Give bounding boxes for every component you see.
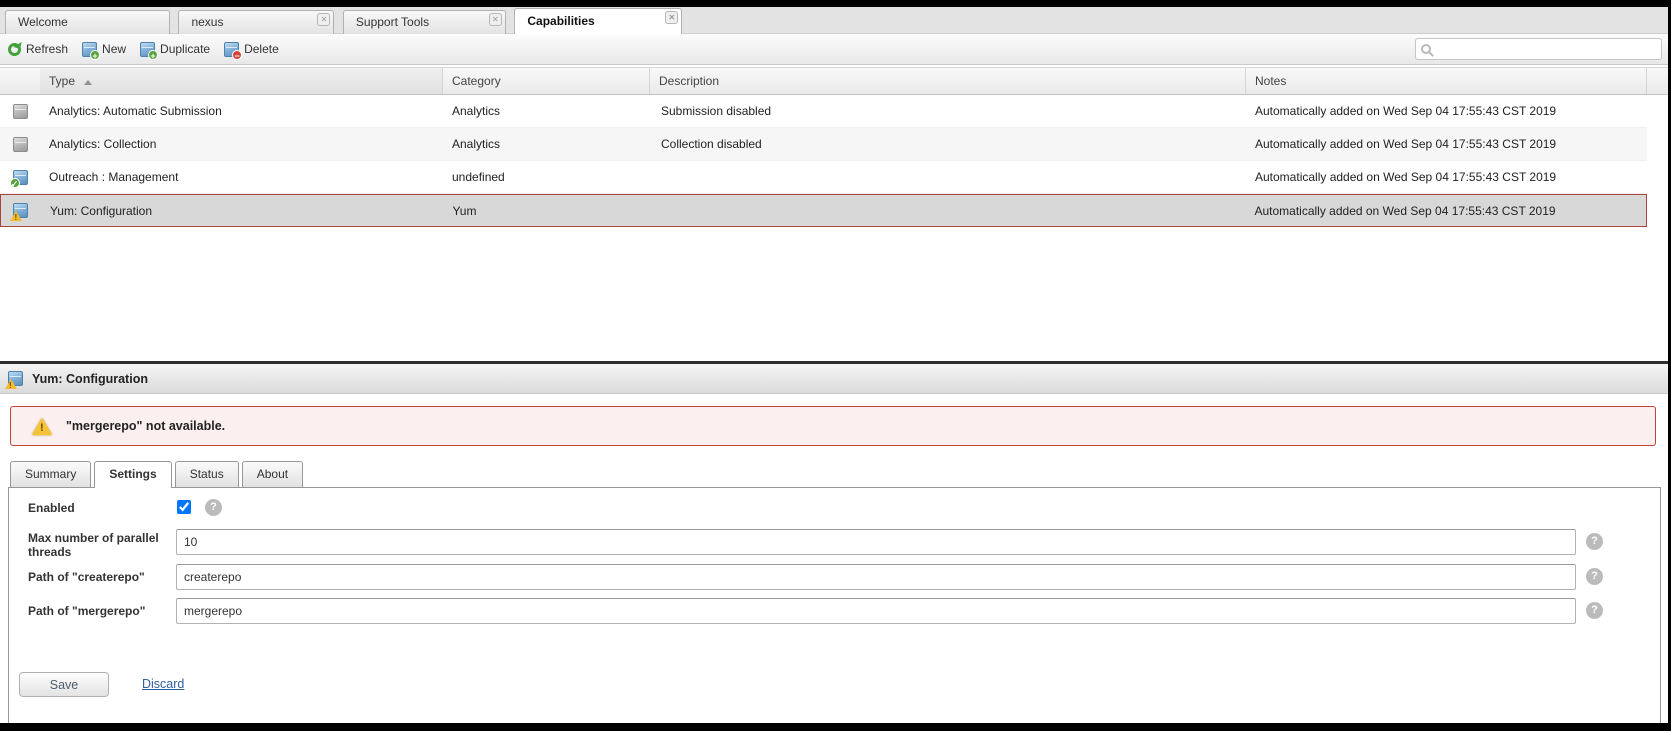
capability-detail-panel: Yum: Configuration "mergerepo" not avail… [0, 361, 1668, 723]
tab-settings[interactable]: Settings [94, 461, 171, 488]
tab-nexus[interactable]: nexus ✕ [178, 10, 334, 34]
cell-type: Yum: Configuration [41, 204, 444, 218]
detail-panel-header: Yum: Configuration [0, 364, 1668, 394]
delete-capability-icon: − [224, 42, 239, 57]
createrepo-input[interactable] [176, 564, 1576, 590]
tab-support-tools-label: Support Tools [356, 15, 429, 29]
new-capability-icon: + [82, 42, 97, 57]
warning-alert: "mergerepo" not available. [10, 406, 1656, 446]
column-header-spacer [1647, 68, 1668, 94]
discard-link[interactable]: Discard [142, 677, 184, 691]
duplicate-button-label: Duplicate [160, 42, 210, 56]
tab-summary[interactable]: Summary [10, 461, 91, 487]
help-icon[interactable]: ? [1586, 602, 1603, 619]
warning-icon [32, 418, 52, 435]
column-header-type[interactable]: Type [40, 68, 443, 94]
search-box[interactable] [1415, 38, 1662, 60]
duplicate-capability-icon: + [140, 42, 155, 57]
column-header-notes-label: Notes [1255, 74, 1286, 88]
enabled-checkbox[interactable] [177, 500, 191, 514]
cell-category: Analytics [443, 137, 650, 151]
sort-ascending-icon [84, 80, 92, 85]
createrepo-label: Path of "createrepo" [28, 570, 176, 584]
capability-disabled-icon [13, 104, 28, 119]
mergerepo-label: Path of "mergerepo" [28, 604, 176, 618]
close-icon[interactable]: ✕ [665, 11, 678, 24]
table-row[interactable]: Analytics: Automatic Submission Analytic… [0, 95, 1647, 128]
cell-notes: Automatically added on Wed Sep 04 17:55:… [1246, 137, 1647, 151]
detail-tab-bar: Summary Settings Status About [10, 461, 303, 488]
close-icon[interactable]: ✕ [489, 13, 502, 26]
warning-message: "mergerepo" not available. [66, 419, 225, 433]
cell-description: Collection disabled [650, 137, 1246, 151]
tab-support-tools[interactable]: Support Tools ✕ [343, 10, 506, 34]
table-row-selected[interactable]: Yum: Configuration Yum Automatically add… [0, 194, 1647, 227]
capability-active-icon: ✓ [13, 170, 28, 185]
column-header-category[interactable]: Category [443, 68, 650, 94]
table-row[interactable]: ✓ Outreach : Management undefined Automa… [0, 161, 1647, 194]
capabilities-toolbar: Refresh + New + Duplicate − Delete [0, 34, 1668, 65]
column-header-description[interactable]: Description [650, 68, 1246, 94]
settings-form: Enabled ? Max number of parallel threads… [8, 487, 1661, 723]
tab-capabilities[interactable]: Capabilities ✕ [514, 8, 682, 34]
tab-about[interactable]: About [242, 461, 303, 487]
tab-summary-label: Summary [25, 467, 76, 481]
help-icon[interactable]: ? [1586, 568, 1603, 585]
column-header-type-label: Type [49, 74, 75, 88]
delete-button[interactable]: − Delete [224, 42, 279, 57]
help-icon[interactable]: ? [205, 499, 222, 516]
tab-status-label: Status [190, 467, 224, 481]
threads-input[interactable] [176, 529, 1576, 555]
refresh-icon [8, 43, 21, 56]
cell-notes: Automatically added on Wed Sep 04 17:55:… [1246, 104, 1647, 118]
tab-nexus-label: nexus [191, 15, 223, 29]
column-header-description-label: Description [659, 74, 719, 88]
tab-settings-label: Settings [109, 467, 156, 481]
tab-capabilities-label: Capabilities [527, 14, 594, 28]
cell-type: Outreach : Management [40, 170, 443, 184]
duplicate-button[interactable]: + Duplicate [140, 42, 210, 57]
tab-welcome[interactable]: Welcome [5, 10, 170, 34]
capability-warning-icon [13, 203, 28, 218]
enabled-label: Enabled [28, 501, 176, 515]
search-icon [1421, 44, 1431, 54]
refresh-button-label: Refresh [26, 42, 68, 56]
delete-button-label: Delete [244, 42, 279, 56]
tab-welcome-label: Welcome [18, 15, 68, 29]
column-header-category-label: Category [452, 74, 501, 88]
cell-category: undefined [443, 170, 650, 184]
refresh-button[interactable]: Refresh [8, 42, 68, 56]
mergerepo-input[interactable] [176, 598, 1576, 624]
cell-category: Yum [443, 204, 650, 218]
new-button-label: New [102, 42, 126, 56]
new-button[interactable]: + New [82, 42, 126, 57]
detail-panel-title: Yum: Configuration [32, 372, 148, 386]
search-input[interactable] [1431, 40, 1661, 58]
cell-category: Analytics [443, 104, 650, 118]
capability-warning-icon [8, 371, 23, 386]
main-tab-bar: Welcome nexus ✕ Support Tools ✕ Capabili… [0, 7, 1668, 34]
table-row[interactable]: Analytics: Collection Analytics Collecti… [0, 128, 1647, 161]
help-icon[interactable]: ? [1586, 533, 1603, 550]
cell-notes: Automatically added on Wed Sep 04 17:55:… [1245, 204, 1646, 218]
save-button[interactable]: Save [19, 672, 109, 697]
grid-header: Type Category Description Notes [0, 67, 1668, 95]
cell-notes: Automatically added on Wed Sep 04 17:55:… [1246, 170, 1647, 184]
close-icon[interactable]: ✕ [317, 13, 330, 26]
capability-disabled-icon [13, 137, 28, 152]
tab-status[interactable]: Status [175, 461, 239, 487]
column-header-icon [0, 68, 40, 94]
threads-label: Max number of parallel threads [28, 531, 176, 559]
cell-type: Analytics: Automatic Submission [40, 104, 443, 118]
cell-description: Submission disabled [650, 104, 1246, 118]
column-header-notes[interactable]: Notes [1246, 68, 1647, 94]
cell-type: Analytics: Collection [40, 137, 443, 151]
nexus-application-window: Welcome nexus ✕ Support Tools ✕ Capabili… [0, 7, 1668, 723]
tab-about-label: About [257, 467, 288, 481]
capabilities-grid: Analytics: Automatic Submission Analytic… [0, 95, 1647, 227]
